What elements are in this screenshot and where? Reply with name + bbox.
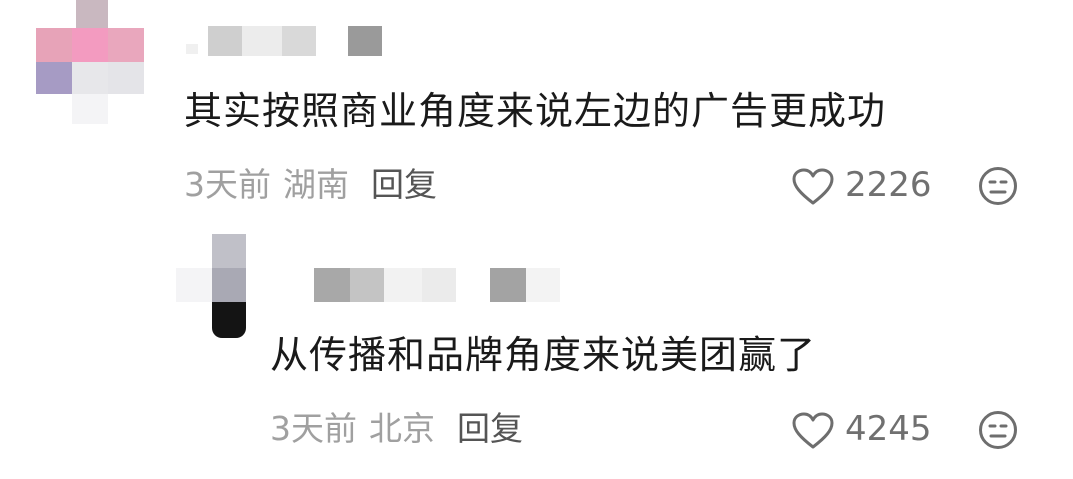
avatar[interactable]: [176, 234, 246, 340]
neutral-face-icon[interactable]: [978, 166, 1018, 206]
like-count: 2226: [845, 165, 932, 205]
comment-time: 3天前: [184, 165, 271, 204]
reply-button[interactable]: 回复: [457, 409, 523, 448]
heart-outline-icon[interactable]: [792, 412, 834, 450]
comment-location: 北京: [369, 409, 435, 448]
neutral-face-icon[interactable]: [978, 410, 1018, 450]
comment-time: 3天前: [270, 409, 357, 448]
username-redacted[interactable]: [314, 268, 564, 304]
like-count: 4245: [845, 409, 932, 449]
username-redacted[interactable]: [186, 26, 386, 58]
comment-meta: 3天前 湖南 回复: [184, 168, 437, 201]
avatar[interactable]: [36, 0, 146, 125]
comment-text: 从传播和品牌角度来说美团赢了: [270, 333, 817, 377]
heart-outline-icon[interactable]: [792, 168, 834, 206]
comment-location: 湖南: [283, 165, 349, 204]
comment-text: 其实按照商业角度来说左边的广告更成功: [184, 89, 887, 133]
comment-meta: 3天前 北京 回复: [270, 412, 523, 445]
reply-button[interactable]: 回复: [371, 165, 437, 204]
